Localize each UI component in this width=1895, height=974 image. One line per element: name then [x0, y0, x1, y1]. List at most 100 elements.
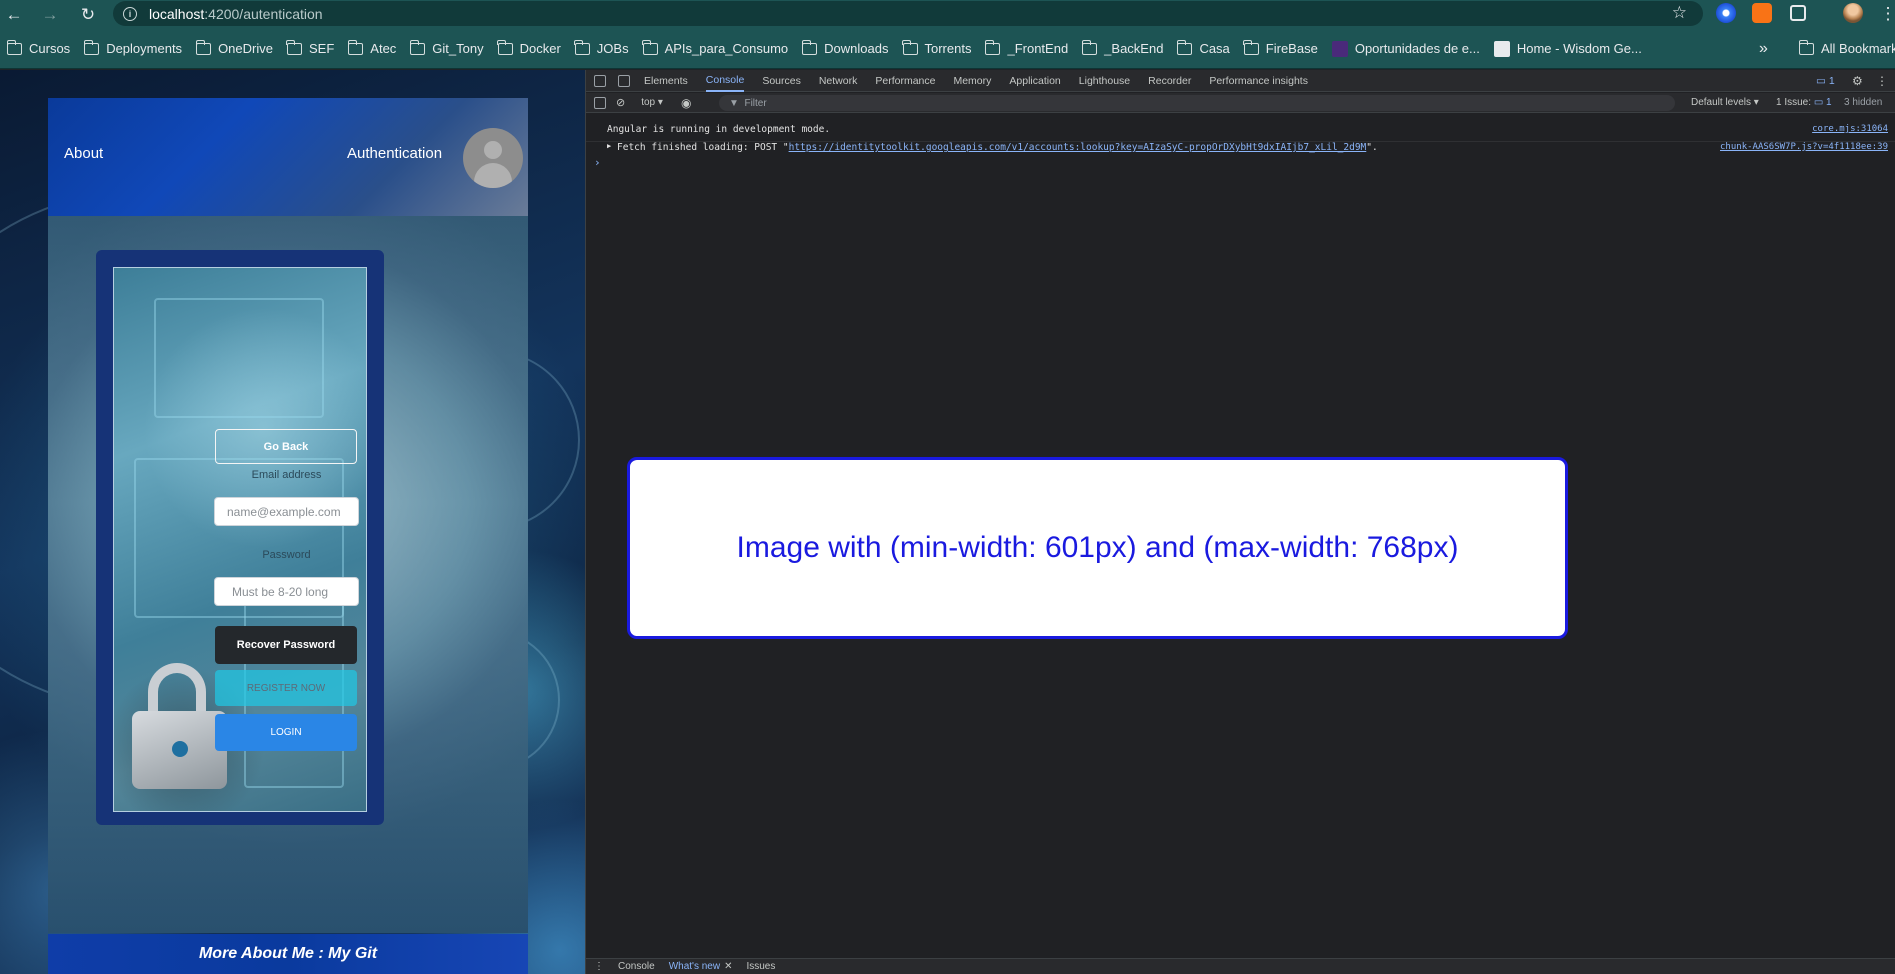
bookmark-folder[interactable]: JOBs	[574, 39, 629, 56]
folder-icon	[1798, 39, 1814, 55]
source-link[interactable]: core.mjs:31064	[1812, 124, 1888, 134]
tab-console[interactable]: Console	[705, 70, 745, 92]
tab-lighthouse[interactable]: Lighthouse	[1079, 70, 1130, 92]
password-field[interactable]: Must be 8-20 long	[214, 577, 359, 606]
register-now-button[interactable]: REGISTER NOW	[215, 670, 357, 706]
folder-icon	[83, 39, 100, 55]
close-icon[interactable]: ✕	[724, 961, 732, 972]
address-bar[interactable]: i localhost:4200/autentication ☆	[113, 1, 1703, 26]
bookmark-link[interactable]: Home - Wisdom Ge...	[1493, 40, 1642, 57]
folder-icon	[497, 39, 513, 55]
email-label: Email address	[251, 469, 322, 481]
drawer-menu-icon[interactable]: ⋮	[594, 961, 604, 972]
bookmark-folder[interactable]: Deployments	[83, 39, 182, 56]
folder-icon	[902, 39, 918, 55]
app-header: About Authentication	[48, 98, 528, 216]
bookmark-folder[interactable]: Casa	[1176, 39, 1230, 56]
filter-icon: ▼	[729, 97, 745, 109]
console-toolbar: ⊘ top ▾ ◉ ▼ Filter Default levels ▾ 1 Is…	[586, 93, 1895, 113]
bookmark-folder[interactable]: _BackEnd	[1081, 39, 1163, 56]
bookmark-star-icon[interactable]: ☆	[1672, 3, 1687, 23]
bookmark-folder[interactable]: Downloads	[801, 39, 889, 56]
bookmark-folder[interactable]: SEF	[286, 39, 334, 56]
settings-gear-icon[interactable]: ⚙	[1852, 74, 1863, 88]
circuit-trace	[154, 298, 324, 418]
tab-recorder[interactable]: Recorder	[1148, 70, 1191, 92]
folder-icon	[6, 39, 22, 55]
extensions-puzzle-icon[interactable]	[1790, 5, 1806, 21]
more-bookmarks-icon[interactable]: »	[1759, 40, 1768, 58]
tab-memory[interactable]: Memory	[953, 70, 991, 92]
source-link[interactable]: chunk-AAS6SW7P.js?v=4f1118ee:39	[1720, 142, 1888, 152]
footer-text: More About Me : My Git	[198, 945, 378, 962]
login-button[interactable]: LOGIN	[215, 714, 357, 751]
profile-avatar-icon[interactable]	[1843, 3, 1863, 23]
bookmark-folder[interactable]: Atec	[347, 39, 396, 56]
context-selector[interactable]: top ▾	[641, 97, 663, 108]
nav-authentication-link[interactable]: Authentication	[347, 145, 442, 162]
folder-icon	[409, 39, 426, 55]
folder-icon	[574, 39, 590, 55]
page-viewport: About Authentication Go Back Email addre…	[0, 70, 585, 974]
bookmark-folder[interactable]: FireBase	[1243, 39, 1318, 56]
avatar[interactable]	[463, 128, 523, 188]
issues-count[interactable]: 1 Issue: ▭ 1	[1776, 97, 1832, 108]
all-bookmarks-folder[interactable]: All Bookmarks	[1798, 39, 1895, 56]
chrome-menu-icon[interactable]: ⋮	[1874, 2, 1895, 26]
console-filter-input[interactable]: ▼ Filter	[719, 95, 1675, 111]
inspect-element-icon[interactable]	[594, 74, 606, 87]
tab-elements[interactable]: Elements	[644, 70, 688, 92]
avatar-head-icon	[484, 141, 502, 159]
hidden-count: 3 hidden	[1844, 97, 1883, 108]
forward-icon[interactable]: →	[36, 3, 64, 27]
reload-icon[interactable]: ↻	[74, 3, 102, 27]
media-query-notice: Image with (min-width: 601px) and (max-w…	[627, 457, 1568, 639]
bookmark-folder[interactable]: _FrontEnd	[984, 39, 1068, 56]
footer-git-link[interactable]: More About Me : My Git	[48, 934, 528, 974]
extension-orange-icon[interactable]	[1752, 3, 1772, 23]
email-field[interactable]: name@example.com	[214, 497, 359, 526]
go-back-button[interactable]: Go Back	[215, 429, 357, 464]
request-url-link[interactable]: https://identitytoolkit.googleapis.com/v…	[789, 142, 1367, 153]
devtools-panel: Elements Console Sources Network Perform…	[585, 70, 1895, 974]
site-info-icon[interactable]: i	[123, 6, 137, 21]
extension-blue-icon[interactable]	[1716, 3, 1736, 23]
console-message: ▶ Fetch finished loading: POST "https://…	[586, 141, 1895, 153]
console-message: Angular is running in development mode. …	[607, 124, 1888, 135]
bookmark-folder[interactable]: Docker	[497, 39, 561, 56]
drawer-tab-issues[interactable]: Issues	[746, 961, 775, 972]
bookmark-folder[interactable]: OneDrive	[195, 39, 273, 56]
devtools-tabbar: Elements Console Sources Network Perform…	[586, 70, 1895, 92]
bookmarks-bar: Cursos Deployments OneDrive SEF Atec Git…	[0, 29, 1895, 69]
bookmark-folder[interactable]: Git_Tony	[409, 39, 484, 56]
tab-network[interactable]: Network	[819, 70, 858, 92]
bookmark-folder[interactable]: Torrents	[902, 39, 971, 56]
back-icon[interactable]: ←	[0, 3, 28, 27]
clear-console-icon[interactable]: ⊘	[616, 96, 625, 109]
folder-icon	[347, 39, 364, 55]
live-expression-eye-icon[interactable]: ◉	[681, 96, 691, 110]
bookmark-folder[interactable]: Cursos	[6, 39, 70, 56]
issues-badge[interactable]: ▭ 1	[1816, 75, 1835, 87]
folder-icon	[1176, 39, 1193, 55]
bookmark-link[interactable]: Oportunidades de e...	[1331, 40, 1480, 57]
sidebar-toggle-icon[interactable]	[594, 96, 606, 109]
device-toolbar-icon[interactable]	[618, 74, 630, 87]
folder-icon	[1243, 39, 1259, 55]
drawer-tab-console[interactable]: Console	[618, 961, 655, 972]
bookmark-folder[interactable]: APIs_para_Consumo	[642, 39, 788, 56]
console-prompt-icon[interactable]: ›	[594, 156, 601, 169]
expand-triangle-icon[interactable]: ▶	[607, 142, 611, 150]
browser-toolbar: ← → ↻ i localhost:4200/autentication ☆ ⋮	[0, 0, 1895, 29]
site-favicon-icon	[1493, 40, 1510, 57]
drawer-tab-whats-new[interactable]: What's new	[669, 961, 720, 972]
log-levels-dropdown[interactable]: Default levels ▾	[1691, 97, 1759, 108]
recover-password-button[interactable]: Recover Password	[215, 626, 357, 664]
url-text: localhost:4200/autentication	[149, 5, 323, 22]
tab-sources[interactable]: Sources	[762, 70, 801, 92]
nav-about-link[interactable]: About	[64, 145, 103, 162]
tab-application[interactable]: Application	[1009, 70, 1060, 92]
tab-performance-insights[interactable]: Performance insights	[1209, 70, 1308, 92]
devtools-menu-icon[interactable]: ⋮	[1876, 74, 1888, 88]
tab-performance[interactable]: Performance	[875, 70, 935, 92]
